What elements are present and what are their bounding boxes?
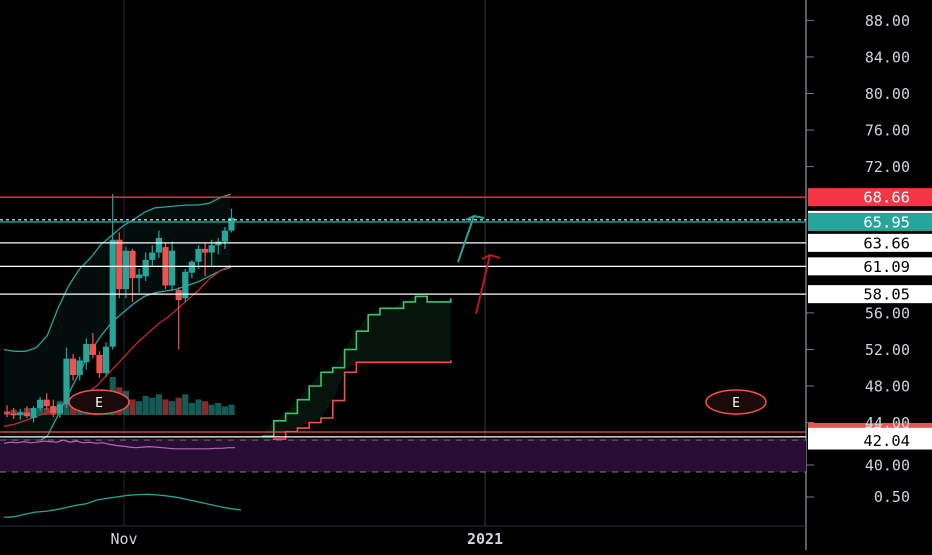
volume-bar (169, 401, 176, 415)
price-tick-label: 88.00 (865, 12, 910, 30)
price-tick-label: 44.00 (865, 414, 910, 432)
candle-body[interactable] (195, 248, 202, 262)
volume-bar (149, 397, 156, 415)
price-tick-label: 56.00 (865, 304, 910, 322)
candle-body[interactable] (83, 343, 90, 363)
volume-bar (136, 401, 143, 415)
earnings-marker-label: E (732, 396, 740, 411)
candle-body[interactable] (188, 261, 195, 273)
level-badge-text-68.66: 68.66 (863, 189, 910, 207)
price-tick-label: 80.00 (865, 85, 910, 103)
candle-body[interactable] (109, 239, 116, 347)
time-tick-label[interactable]: Nov (110, 530, 137, 548)
price-tick-label: 52.00 (865, 341, 910, 359)
candle-body[interactable] (4, 411, 11, 414)
candle-body[interactable] (76, 360, 83, 376)
level-badge-text-42.04: 42.04 (863, 432, 910, 450)
volume-bar (155, 394, 162, 415)
candle-body[interactable] (89, 343, 96, 355)
volume-bar (195, 399, 202, 415)
candle-body[interactable] (169, 250, 176, 286)
candle-body[interactable] (56, 404, 63, 414)
candle-body[interactable] (116, 239, 123, 290)
candle-body[interactable] (136, 274, 143, 279)
candle-body[interactable] (175, 290, 182, 301)
level-badge-text-61.09: 61.09 (863, 258, 910, 276)
price-tick-label: 76.00 (865, 122, 910, 140)
level-badge-text-65.95: 65.95 (863, 213, 910, 231)
volume-bar (215, 402, 222, 415)
candle-body[interactable] (96, 354, 103, 374)
candle-body[interactable] (202, 248, 209, 253)
earnings-marker-label: E (95, 396, 103, 411)
candle-body[interactable] (129, 250, 136, 279)
level-badge-text-58.05: 58.05 (863, 286, 910, 304)
rsi-band (0, 440, 806, 472)
candle-body[interactable] (221, 230, 228, 242)
candle-body[interactable] (149, 252, 156, 260)
candle-body[interactable] (23, 412, 30, 417)
volume-bar (129, 399, 136, 415)
time-tick-label[interactable]: 2021 (467, 530, 503, 548)
volume-bar (142, 396, 149, 415)
candle-body[interactable] (37, 399, 44, 408)
price-tick-label: 84.00 (865, 48, 910, 66)
chart-root: EE 82.4440.00 0.50 68.6666.1865.9563.666… (0, 0, 932, 550)
candle-body[interactable] (103, 346, 110, 374)
candle-body[interactable] (208, 245, 215, 253)
level-badge-text-63.66: 63.66 (863, 234, 910, 252)
candle-body[interactable] (30, 407, 37, 419)
volume-bar (221, 406, 228, 415)
candle-body[interactable] (155, 237, 162, 253)
volume-bar (188, 402, 195, 415)
volume-bar (202, 401, 209, 415)
volume-bar (208, 404, 215, 415)
candle-body[interactable] (17, 412, 24, 416)
candle-body[interactable] (142, 259, 149, 277)
candle-body[interactable] (50, 406, 57, 414)
volume-bar (182, 394, 189, 415)
candle-body[interactable] (70, 358, 77, 376)
price-tick-label: 72.00 (865, 158, 910, 176)
volume-bar (175, 397, 182, 415)
candle-body[interactable] (122, 250, 129, 290)
candle-body[interactable] (63, 358, 70, 405)
chart-svg[interactable]: EE 82.4440.00 0.50 68.6666.1865.9563.666… (0, 0, 932, 550)
oscillator-tick-label: 0.50 (874, 488, 910, 506)
candle-body[interactable] (43, 399, 50, 407)
volume-bar (162, 399, 169, 415)
volume-bar (228, 404, 235, 415)
rsi-tick-label: 40.00 (865, 457, 910, 475)
price-tick-label: 48.00 (865, 378, 910, 396)
candle-body[interactable] (10, 413, 17, 416)
